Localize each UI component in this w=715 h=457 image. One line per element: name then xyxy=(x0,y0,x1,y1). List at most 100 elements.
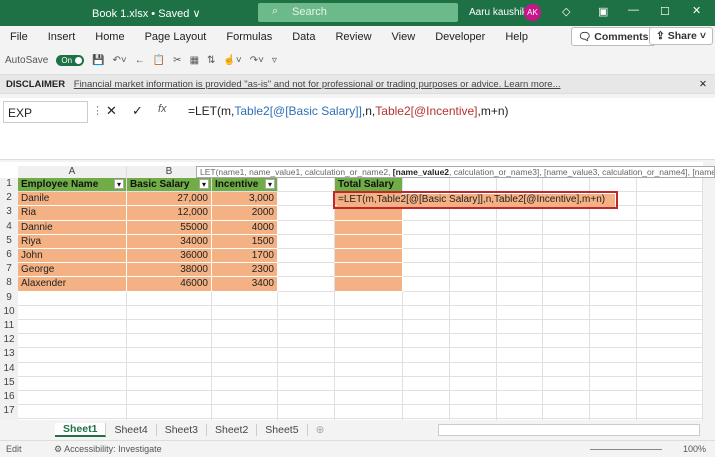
cell[interactable] xyxy=(212,320,278,335)
row-header[interactable]: 4 xyxy=(0,220,18,235)
comments-button[interactable]: 🗨 Comments xyxy=(571,27,656,46)
cell[interactable] xyxy=(450,305,497,320)
touch-mode-icon[interactable]: ☝˅ xyxy=(223,55,241,66)
cell[interactable] xyxy=(335,362,403,377)
cell[interactable] xyxy=(403,334,450,349)
cell[interactable] xyxy=(335,305,403,320)
avatar[interactable]: AK xyxy=(524,4,541,21)
cell[interactable] xyxy=(450,405,497,420)
cell[interactable] xyxy=(637,178,703,193)
tab-sheet3[interactable]: Sheet3 xyxy=(157,424,207,436)
cell[interactable] xyxy=(590,348,637,363)
cell[interactable] xyxy=(543,405,590,420)
menu-developer[interactable]: Developer xyxy=(425,31,495,43)
cell[interactable] xyxy=(497,334,543,349)
cell[interactable] xyxy=(497,234,543,249)
cell[interactable] xyxy=(278,405,335,420)
cell[interactable]: Dannie xyxy=(18,220,127,235)
cell[interactable] xyxy=(335,320,403,335)
cell[interactable] xyxy=(212,348,278,363)
cell[interactable] xyxy=(543,305,590,320)
cell[interactable] xyxy=(403,305,450,320)
zoom-level[interactable]: 100% xyxy=(683,444,706,454)
image-icon[interactable]: ▦ xyxy=(190,55,199,66)
column-header-A[interactable]: A xyxy=(18,166,127,178)
back-icon[interactable]: ← xyxy=(135,55,145,66)
ribbon-display-icon[interactable]: ▣ xyxy=(598,5,608,18)
cell[interactable]: John xyxy=(18,249,127,264)
cell[interactable] xyxy=(637,291,703,306)
cell[interactable] xyxy=(497,376,543,391)
cut-icon[interactable]: ✂ xyxy=(173,55,181,66)
cell[interactable] xyxy=(403,391,450,406)
cell[interactable]: 36000 xyxy=(127,249,212,264)
cell[interactable] xyxy=(335,405,403,420)
cell[interactable] xyxy=(403,277,450,292)
cell[interactable] xyxy=(212,305,278,320)
menu-page-layout[interactable]: Page Layout xyxy=(135,31,217,43)
cell[interactable]: 38000 xyxy=(127,263,212,278)
cell[interactable] xyxy=(590,376,637,391)
diamond-icon[interactable]: ◇ xyxy=(562,5,570,18)
document-title[interactable]: Book 1.xlsx • Saved ∨ xyxy=(92,7,201,20)
cell[interactable] xyxy=(543,291,590,306)
row-header[interactable]: 15 xyxy=(0,376,18,391)
cell[interactable] xyxy=(18,334,127,349)
tab-sheet2[interactable]: Sheet2 xyxy=(207,424,258,436)
cell[interactable]: Danile xyxy=(18,192,127,207)
cell[interactable] xyxy=(335,291,403,306)
row-header[interactable]: 17 xyxy=(0,405,18,420)
autosave-toggle[interactable]: On xyxy=(56,54,85,66)
search-box[interactable]: ⌕ Search xyxy=(258,3,458,22)
cell[interactable] xyxy=(335,334,403,349)
cell[interactable] xyxy=(18,362,127,377)
cell[interactable]: 4000 xyxy=(212,220,278,235)
cell[interactable] xyxy=(403,348,450,363)
cell[interactable] xyxy=(590,234,637,249)
cell[interactable] xyxy=(590,320,637,335)
cell[interactable] xyxy=(450,348,497,363)
cell[interactable] xyxy=(278,348,335,363)
cell[interactable]: 3400 xyxy=(212,277,278,292)
row-header[interactable]: 13 xyxy=(0,348,18,363)
cell[interactable] xyxy=(497,291,543,306)
cell[interactable]: 2300 xyxy=(212,263,278,278)
share-button[interactable]: ⇪ Share ˅ xyxy=(649,27,713,45)
insert-function-icon[interactable]: fx xyxy=(158,103,167,115)
cell[interactable] xyxy=(450,249,497,264)
menu-help[interactable]: Help xyxy=(495,31,538,43)
cell[interactable] xyxy=(637,206,703,221)
cell[interactable] xyxy=(543,348,590,363)
accessibility-status[interactable]: Accessibility: Investigate xyxy=(64,444,162,454)
menu-file[interactable]: File xyxy=(0,31,38,43)
horizontal-scrollbar[interactable] xyxy=(438,424,700,436)
cell[interactable] xyxy=(18,376,127,391)
cell[interactable] xyxy=(403,263,450,278)
cell[interactable] xyxy=(637,348,703,363)
cell[interactable] xyxy=(278,206,335,221)
cell[interactable] xyxy=(18,348,127,363)
cell[interactable]: George xyxy=(18,263,127,278)
cell[interactable] xyxy=(212,391,278,406)
cell[interactable] xyxy=(590,334,637,349)
table-header[interactable]: Employee Name ▾ xyxy=(18,178,127,193)
cell[interactable] xyxy=(637,305,703,320)
cell[interactable] xyxy=(335,348,403,363)
cell[interactable] xyxy=(497,405,543,420)
cell[interactable] xyxy=(278,376,335,391)
menu-insert[interactable]: Insert xyxy=(38,31,86,43)
cell[interactable] xyxy=(278,320,335,335)
cell[interactable] xyxy=(637,405,703,420)
cell[interactable] xyxy=(637,362,703,377)
cell-formula[interactable]: =LET(m,Table2[@[Basic Salary]],n,Table2[… xyxy=(337,194,615,207)
cell[interactable] xyxy=(450,362,497,377)
cell[interactable] xyxy=(497,249,543,264)
cell[interactable] xyxy=(637,234,703,249)
zoom-slider[interactable] xyxy=(590,449,662,450)
cell[interactable] xyxy=(450,220,497,235)
cell[interactable] xyxy=(278,220,335,235)
name-box[interactable]: EXP xyxy=(3,101,88,123)
row-header[interactable]: 1 xyxy=(0,178,18,193)
cell[interactable] xyxy=(497,263,543,278)
cell[interactable] xyxy=(590,249,637,264)
